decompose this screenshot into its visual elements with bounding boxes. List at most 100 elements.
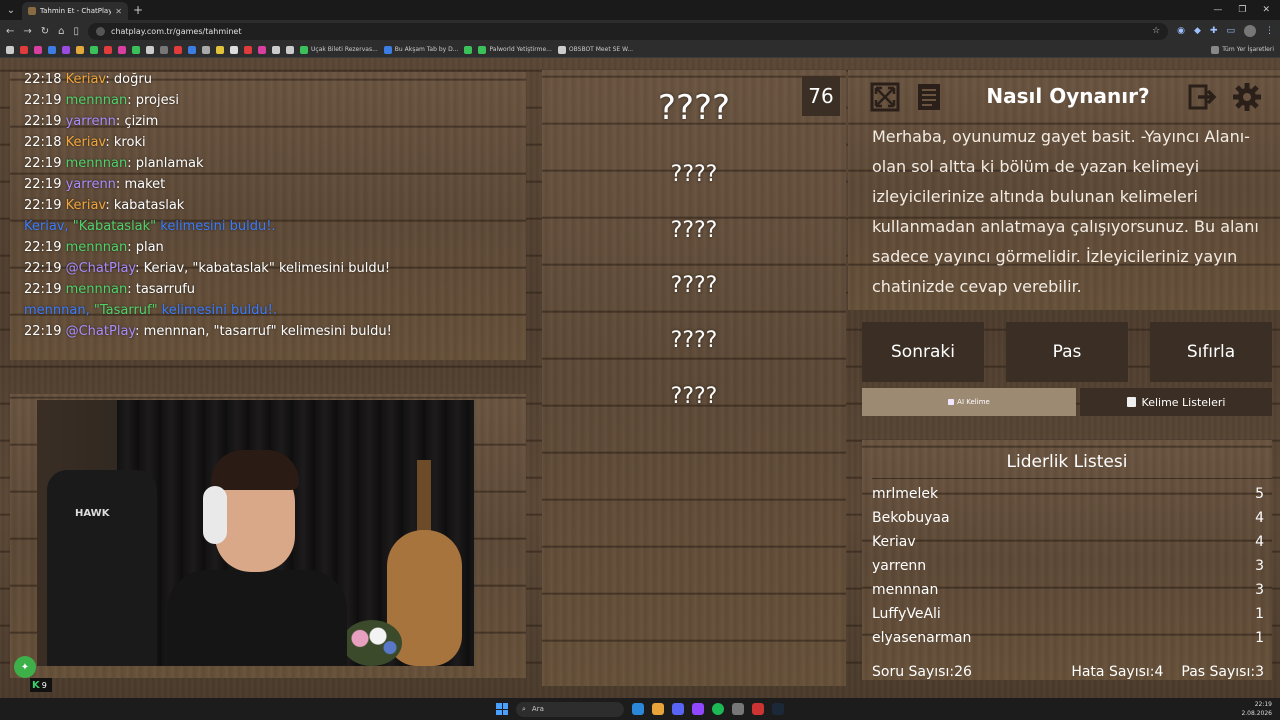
close-tab-icon[interactable]: ✕ bbox=[115, 7, 122, 16]
leaderboard-panel: Liderlik Listesi mrlmelek 5 Bekobuyaa 4 Ke… bbox=[862, 440, 1272, 680]
extension-icon[interactable]: ◉ bbox=[1177, 26, 1185, 36]
bookmark-icon[interactable] bbox=[146, 45, 154, 54]
how-to-play-title: Nasıl Oynanır? bbox=[986, 84, 1150, 108]
gaming-chair bbox=[47, 470, 157, 666]
app-icon[interactable] bbox=[732, 703, 744, 715]
bookmark-icon[interactable] bbox=[132, 45, 140, 54]
bookmark-icon[interactable] bbox=[174, 45, 182, 54]
how-to-play-panel: Nasıl Oynanır? Merhaba, oyunumuz gayet b… bbox=[848, 70, 1280, 310]
bookmark-icon[interactable] bbox=[20, 45, 28, 54]
home-icon[interactable]: ⌂ bbox=[58, 26, 64, 37]
twitch-icon[interactable] bbox=[692, 703, 704, 715]
document-icon[interactable] bbox=[912, 82, 946, 112]
bookmark-icon[interactable] bbox=[464, 45, 473, 54]
bookmark-item[interactable]: Palworld Yetiştirme... bbox=[478, 45, 552, 54]
leaderboard-row: Keriav 4 bbox=[872, 534, 1264, 550]
webcam-feed: HAWK bbox=[37, 400, 474, 666]
sidebar-icon[interactable]: ▯ bbox=[74, 26, 80, 37]
bookmark-icon[interactable] bbox=[104, 45, 112, 54]
extension-icon[interactable]: ◆ bbox=[1194, 26, 1201, 36]
tab-favicon bbox=[28, 7, 36, 15]
folder-icon bbox=[1211, 45, 1220, 54]
leaderboard-title: Liderlik Listesi bbox=[1006, 452, 1128, 472]
chat-message: 22:19 mennnan: tasarrufu bbox=[24, 282, 196, 297]
steam-icon[interactable] bbox=[772, 703, 784, 715]
game-stats: Soru Sayısı:26 Hata Sayısı:4 Pas Sayısı:… bbox=[872, 664, 1264, 680]
obs-icon[interactable] bbox=[752, 703, 764, 715]
question-count: Soru Sayısı:26 bbox=[872, 664, 972, 680]
browser-toolbar: ← → ↻ ⌂ ▯ chatplay.com.tr/games/tahminet… bbox=[0, 20, 1280, 42]
close-window-icon[interactable]: ✕ bbox=[1262, 5, 1270, 15]
taskbar-clock[interactable]: 22:19 2.08.2026 bbox=[1241, 700, 1272, 718]
bookmark-item[interactable]: Bu Akşam Tab by D... bbox=[383, 45, 458, 54]
bookmark-icon[interactable] bbox=[76, 45, 84, 54]
leaderboard-row: mrlmelek 5 bbox=[872, 486, 1264, 502]
bookmark-icon[interactable] bbox=[62, 45, 70, 54]
site-info-icon[interactable] bbox=[96, 26, 106, 36]
bookmark-icon[interactable] bbox=[258, 45, 266, 54]
bookmark-item[interactable]: OBSBOT Meet SE W... bbox=[557, 45, 633, 54]
reset-button[interactable]: Sıfırla bbox=[1150, 322, 1272, 382]
forbidden-word: ???? bbox=[670, 218, 718, 243]
bookmark-icon bbox=[383, 45, 392, 54]
ai-word-button[interactable]: AI Kelime bbox=[862, 388, 1076, 416]
fullscreen-icon[interactable] bbox=[868, 82, 902, 112]
bookmark-item[interactable]: Uçak Bileti Rezervas... bbox=[300, 45, 378, 54]
browser-tab-active[interactable]: Tahmin Et - ChatPlay ✕ bbox=[22, 1, 128, 21]
spotify-icon[interactable] bbox=[712, 703, 724, 715]
k-logo-icon: K bbox=[32, 679, 40, 691]
settings-gear-icon[interactable] bbox=[1230, 82, 1264, 112]
chat-message: 22:19 yarrenn: maket bbox=[24, 177, 166, 192]
bookmark-icon[interactable] bbox=[90, 45, 98, 54]
bookmark-icon[interactable] bbox=[202, 45, 210, 54]
extensions-puzzle-icon[interactable]: ✚ bbox=[1210, 26, 1218, 36]
bookmark-star-icon[interactable]: ☆ bbox=[1152, 26, 1160, 36]
chrome-icon[interactable] bbox=[652, 703, 664, 715]
tab-list-icon[interactable]: ⌄ bbox=[0, 0, 22, 20]
bookmark-icon[interactable] bbox=[286, 45, 294, 54]
bookmark-icon[interactable] bbox=[160, 45, 168, 54]
leaderboard-row: elyasenarman 1 bbox=[872, 630, 1264, 646]
leaderboard-row: LuffyVeAli 1 bbox=[872, 606, 1264, 622]
next-button[interactable]: Sonraki bbox=[862, 322, 984, 382]
leaderboard-row: yarrenn 3 bbox=[872, 558, 1264, 574]
bookmark-icon[interactable] bbox=[118, 45, 126, 54]
bookmark-icon[interactable] bbox=[216, 45, 224, 54]
bookmark-icon[interactable] bbox=[188, 45, 196, 54]
apps-icon[interactable] bbox=[6, 45, 14, 54]
pass-button[interactable]: Pas bbox=[1006, 322, 1128, 382]
bookmark-icon[interactable] bbox=[34, 45, 42, 54]
forward-icon[interactable]: → bbox=[23, 26, 31, 37]
chair-logo: HAWK bbox=[75, 508, 110, 519]
edge-icon[interactable] bbox=[632, 703, 644, 715]
back-icon[interactable]: ← bbox=[6, 26, 14, 37]
bookmark-icon[interactable] bbox=[272, 45, 280, 54]
exit-icon[interactable] bbox=[1186, 82, 1220, 112]
word-panel: 76 ???? ???? ???? ???? ???? ???? bbox=[542, 70, 846, 686]
streamer-shirt bbox=[167, 570, 347, 666]
new-tab-icon[interactable]: + bbox=[128, 3, 148, 17]
pass-count: Pas Sayısı:3 bbox=[1181, 664, 1264, 680]
word-lists-button[interactable]: Kelime Listeleri bbox=[1080, 388, 1272, 416]
bookmark-icon[interactable] bbox=[48, 45, 56, 54]
windows-start-icon[interactable] bbox=[496, 703, 508, 715]
flowers bbox=[342, 620, 402, 666]
bookmark-icon[interactable] bbox=[244, 45, 252, 54]
profile-avatar[interactable] bbox=[1244, 25, 1256, 37]
minimize-icon[interactable]: — bbox=[1213, 5, 1222, 15]
restore-icon[interactable]: ❐ bbox=[1238, 5, 1246, 15]
game-page: 22:18 Keriav: doğru 22:19 mennnan: proje… bbox=[0, 58, 1280, 698]
control-panel: Nasıl Oynanır? Merhaba, oyunumuz gayet b… bbox=[848, 70, 1280, 686]
split-icon[interactable]: ▭ bbox=[1226, 26, 1235, 36]
chat-message: 22:19 Keriav: kabataslak bbox=[24, 198, 185, 213]
forbidden-word: ???? bbox=[670, 162, 718, 187]
all-bookmarks[interactable]: Tüm Yer İşaretleri bbox=[1211, 45, 1274, 54]
address-bar[interactable]: chatplay.com.tr/games/tahminet ☆ bbox=[88, 22, 1169, 40]
main-word: ???? bbox=[657, 88, 731, 128]
browser-tabbar: ⌄ Tahmin Et - ChatPlay ✕ + — ❐ ✕ bbox=[0, 0, 1280, 21]
reload-icon[interactable]: ↻ bbox=[41, 26, 49, 37]
menu-icon[interactable]: ⋮ bbox=[1265, 26, 1274, 36]
discord-icon[interactable] bbox=[672, 703, 684, 715]
bookmark-icon[interactable] bbox=[230, 45, 238, 54]
taskbar-search[interactable]: ⌕ Ara bbox=[516, 701, 624, 717]
